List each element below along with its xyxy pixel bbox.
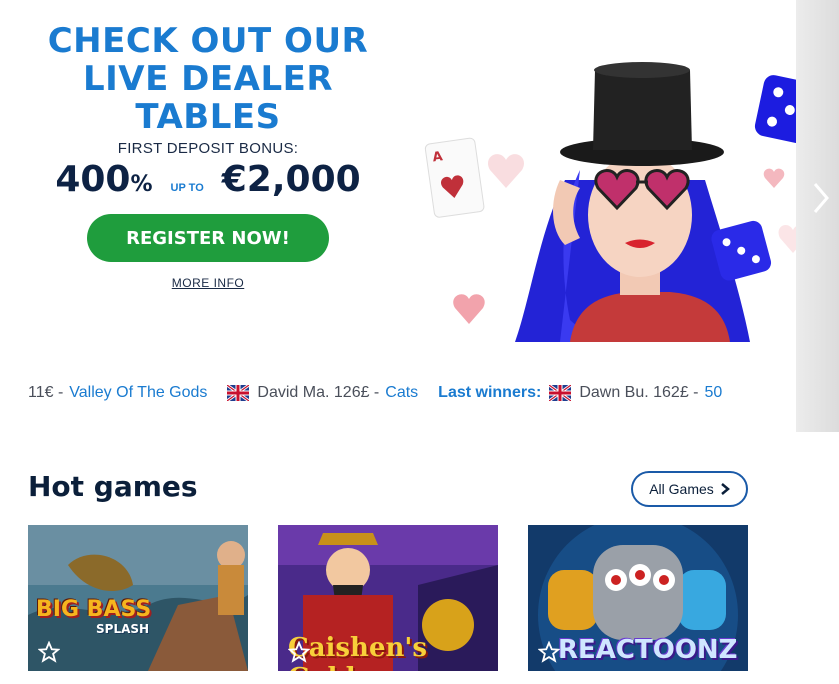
- last-winners-label: Last winners:: [438, 384, 542, 401]
- ticker-item: Last winners: Dawn Bu. 162£ - 50: [438, 384, 722, 402]
- ticker-game-link[interactable]: Valley Of The Gods: [69, 384, 207, 402]
- all-games-button[interactable]: All Games: [631, 471, 748, 507]
- promo-banner: CHECK OUT OUR LIVE DEALER TABLES FIRST D…: [0, 0, 839, 432]
- game-logo-line-1: BIG BASS: [36, 597, 152, 622]
- ticker-amount: 11€ -: [28, 384, 64, 401]
- promo-copy: CHECK OUT OUR LIVE DEALER TABLES FIRST D…: [28, 22, 388, 292]
- ticker-player: David Ma. 126£ -: [257, 384, 380, 401]
- register-now-button[interactable]: REGISTER NOW!: [87, 214, 329, 262]
- bonus-label: FIRST DEPOSIT BONUS:: [117, 140, 299, 157]
- game-logo-line-2: SPLASH: [96, 622, 150, 636]
- chevron-right-icon: [720, 483, 730, 495]
- game-card-caishens-gold[interactable]: Caishen's Gold: [278, 525, 498, 671]
- ticker-game-link[interactable]: Cats: [385, 384, 418, 402]
- live-dealer-illustration: A: [420, 60, 810, 342]
- uk-flag-icon: [227, 385, 250, 401]
- winners-ticker: 11€ - Valley Of The Gods David Ma. 126£ …: [0, 380, 750, 410]
- bonus-percent: 400%: [55, 159, 153, 200]
- bonus-offer: 400% UP TO €2,000: [28, 159, 388, 200]
- promo-title: CHECK OUT OUR LIVE DEALER TABLES: [28, 22, 388, 136]
- ticker-player: Dawn Bu. 162£ -: [579, 384, 699, 401]
- chevron-right-icon[interactable]: [809, 180, 833, 216]
- promo-title-line-2: LIVE DEALER: [82, 59, 334, 99]
- ticker-item: 11€ - Valley Of The Gods: [28, 384, 207, 402]
- bonus-up-to: UP TO: [170, 182, 204, 194]
- bonus-amount: €2,000: [221, 159, 361, 200]
- carousel-side-panel: [796, 0, 839, 432]
- game-card-big-bass-splash[interactable]: BIG BASS SPLASH: [28, 525, 248, 671]
- promo-title-line-1: CHECK OUT OUR: [47, 21, 369, 61]
- hot-games-title: Hot games: [28, 470, 198, 503]
- ticker-game-link[interactable]: 50: [705, 384, 723, 402]
- all-games-label: All Games: [649, 481, 714, 497]
- star-outline-icon[interactable]: [288, 641, 310, 663]
- promo-title-line-3: TABLES: [135, 97, 281, 137]
- star-outline-icon[interactable]: [538, 641, 560, 663]
- ticker-item: David Ma. 126£ - Cats: [227, 384, 418, 402]
- game-logo: REACTOONZ: [558, 635, 738, 665]
- more-info-link[interactable]: MORE INFO: [172, 276, 245, 290]
- game-logo: Caishen's Gold: [288, 633, 428, 671]
- star-outline-icon[interactable]: [38, 641, 60, 663]
- svg-text:A: A: [432, 149, 444, 165]
- game-card-reactoonz[interactable]: REACTOONZ: [528, 525, 748, 671]
- uk-flag-icon: [549, 385, 572, 401]
